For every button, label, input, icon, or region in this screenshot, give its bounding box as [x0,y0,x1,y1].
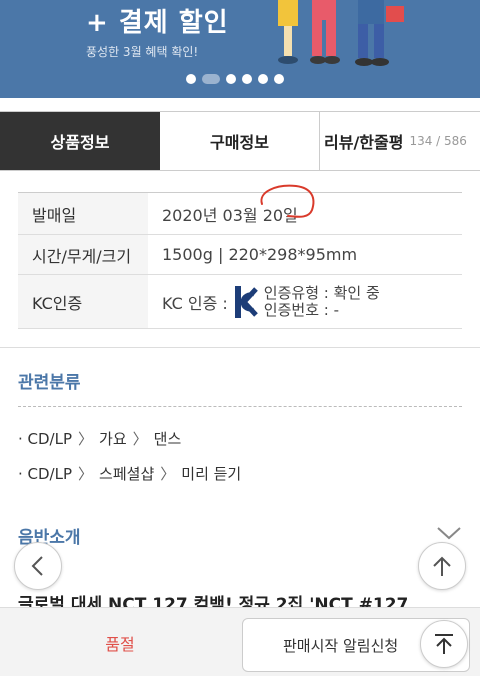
release-date-label: 발매일 [18,193,148,234]
spec-label: 시간/무게/크기 [18,235,148,274]
pagination-dot[interactable] [226,74,236,84]
banner-subtitle: 풍성한 3월 혜택 확인! [86,45,199,59]
pagination-dot[interactable] [258,74,268,84]
category-link[interactable]: · CD/LP [18,430,72,448]
kc-prefix: KC 인증 : [162,293,228,313]
info-row-spec: 시간/무게/크기 1500g | 220*298*95mm [18,235,462,275]
tab-purchase-info[interactable]: 구매정보 [160,112,320,170]
kc-value: KC 인증 : 인증유형 : 확인 중 인증번호 : - [148,275,462,328]
info-row-kc: KC인증 KC 인증 : 인증유형 : 확인 중 인증번호 : - [18,275,462,329]
scroll-top-button[interactable] [420,620,468,668]
tab-reviews[interactable]: 리뷰/한줄평 134 / 586 [320,112,480,170]
arrow-up-icon [435,634,453,654]
product-tabs: 상품정보 구매정보 리뷰/한줄평 134 / 586 [0,111,480,171]
soldout-button[interactable]: 품절 [0,608,240,676]
category-link[interactable]: 댄스 [154,428,182,449]
release-date-value: 2020년 03월 20일 [162,205,298,225]
category-link[interactable]: · CD/LP [18,465,72,483]
category-link[interactable]: 스페셜샵 [99,463,154,484]
chevron-right-icon: 〉 [78,465,94,483]
product-info-table: 발매일 2020년 03월 20일 시간/무게/크기 1500g | 220*2… [18,192,462,329]
dashed-divider [18,406,462,407]
category-path: · CD/LP 〉 가요 〉 댄스 [18,428,181,449]
tab-label: 상품정보 [50,133,110,152]
related-category-title: 관련분류 [18,373,81,393]
kc-type: 인증유형 : 확인 중 [263,283,380,302]
banner-pagination[interactable] [186,74,284,84]
back-button[interactable] [14,542,62,590]
tab-label: 리뷰/한줄평 [324,133,404,152]
banner-illustration [278,0,404,66]
tab-product-info[interactable]: 상품정보 [0,112,160,170]
chevron-right-icon: 〉 [78,430,94,448]
pagination-dot[interactable] [242,74,252,84]
chevron-down-icon[interactable] [436,526,462,540]
chevron-right-icon: 〉 [132,430,148,448]
chevron-right-icon: 〉 [160,465,176,483]
pagination-dot[interactable] [274,74,284,84]
banner-title: + 결제 할인 [86,8,229,38]
category-link[interactable]: 미리 듣기 [181,463,241,484]
scroll-top-button[interactable] [418,542,466,590]
category-path: · CD/LP 〉 스페셜샵 〉 미리 듣기 [18,463,241,484]
arrow-up-icon [433,556,451,576]
spec-value: 1500g | 220*298*95mm [162,245,358,264]
promo-banner[interactable]: + 결제 할인 풍성한 3월 혜택 확인! [0,0,480,98]
category-link[interactable]: 가요 [99,428,127,449]
pagination-dot[interactable] [186,74,196,84]
kc-label: KC인증 [18,275,148,328]
kc-number: 인증번호 : - [263,300,339,319]
section-divider [0,347,480,348]
review-count: 134 / 586 [409,134,467,148]
info-row-release: 발매일 2020년 03월 20일 [18,193,462,235]
bottom-action-bar: 품절 판매시작 알림신청 [0,607,480,676]
tab-label: 구매정보 [210,133,269,152]
chevron-left-icon [31,556,43,576]
pagination-dot-active[interactable] [202,74,220,84]
kc-certification-icon [234,285,258,318]
